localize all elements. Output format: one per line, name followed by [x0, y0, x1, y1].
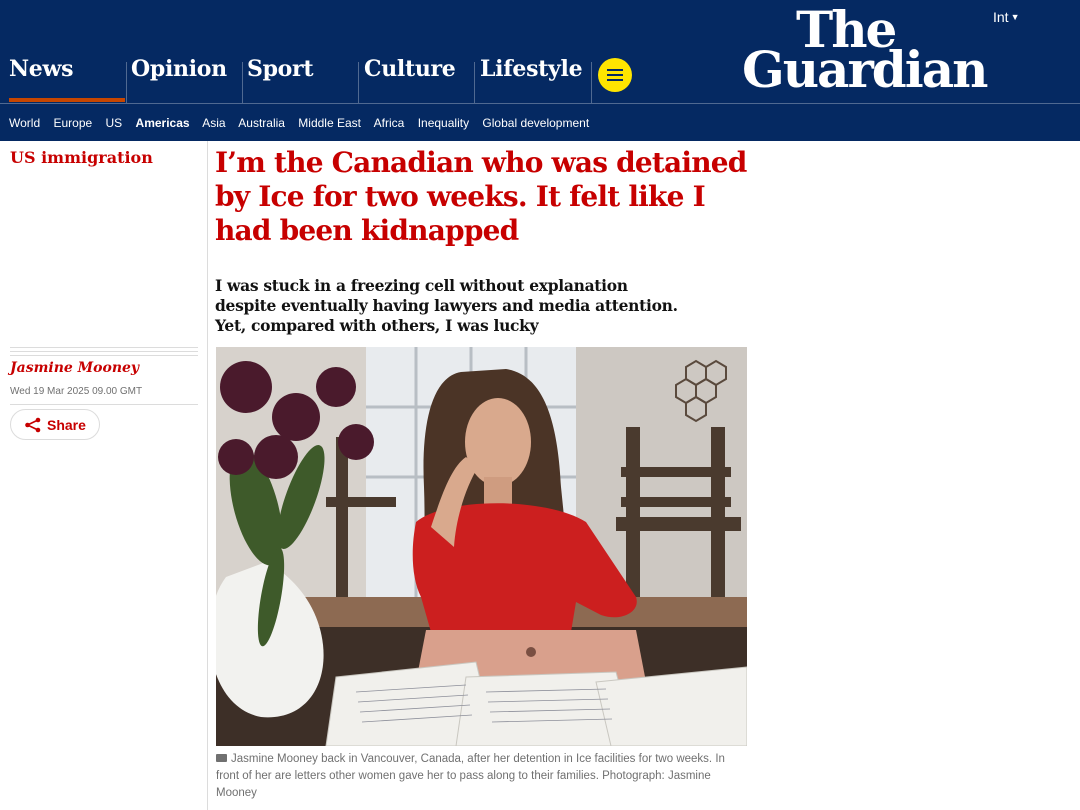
pillar-divider: [358, 62, 359, 104]
pillar-lifestyle[interactable]: Lifestyle: [480, 56, 583, 104]
subnav-africa[interactable]: Africa: [374, 116, 405, 130]
photo-illustration: [216, 347, 747, 746]
article-headline: I’m the Canadian who was detained by Ice…: [215, 146, 747, 247]
meta-rules: [10, 347, 198, 359]
share-button[interactable]: Share: [10, 409, 100, 440]
subnav-australia[interactable]: Australia: [238, 116, 285, 130]
sub-navigation: World Europe US Americas Asia Australia …: [9, 116, 599, 130]
pillar-opinion[interactable]: Opinion: [131, 56, 227, 104]
caption-text: Jasmine Mooney back in Vancouver, Canada…: [216, 753, 725, 799]
article-standfirst: I was stuck in a freezing cell without e…: [215, 276, 678, 335]
pillar-divider: [474, 62, 475, 104]
meta-divider: [10, 404, 198, 405]
subnav-asia[interactable]: Asia: [202, 116, 225, 130]
share-icon: [25, 417, 41, 433]
section-link[interactable]: US immigration: [10, 148, 153, 167]
photo-caption: Jasmine Mooney back in Vancouver, Canada…: [216, 751, 747, 802]
menu-button[interactable]: [598, 58, 632, 92]
active-pillar-underline: [9, 98, 125, 102]
pillar-news[interactable]: News: [9, 56, 74, 104]
share-label: Share: [47, 417, 86, 433]
pillar-divider: [591, 62, 592, 104]
byline-author[interactable]: Jasmine Mooney: [10, 360, 139, 376]
pillar-divider: [242, 62, 243, 104]
subnav-inequality[interactable]: Inequality: [418, 116, 469, 130]
subnav-world[interactable]: World: [9, 116, 40, 130]
nav-divider: [0, 103, 1080, 104]
guardian-logo[interactable]: The Guardian: [742, 0, 1032, 100]
camera-icon: [216, 754, 227, 762]
subnav-middle-east[interactable]: Middle East: [298, 116, 361, 130]
publish-date: Wed 19 Mar 2025 09.00 GMT: [10, 386, 143, 397]
pillar-culture[interactable]: Culture: [364, 56, 456, 104]
column-divider: [207, 141, 208, 810]
subnav-us[interactable]: US: [106, 116, 123, 130]
article-main-photo[interactable]: [216, 347, 747, 746]
subnav-europe[interactable]: Europe: [53, 116, 92, 130]
subnav-americas[interactable]: Americas: [136, 116, 190, 130]
logo-line-2: Guardian: [742, 40, 988, 99]
subnav-global-development[interactable]: Global development: [482, 116, 589, 130]
masthead: News Opinion Sport Culture Lifestyle Int…: [0, 0, 1080, 141]
pillar-divider: [126, 62, 127, 104]
pillar-sport[interactable]: Sport: [247, 56, 314, 104]
